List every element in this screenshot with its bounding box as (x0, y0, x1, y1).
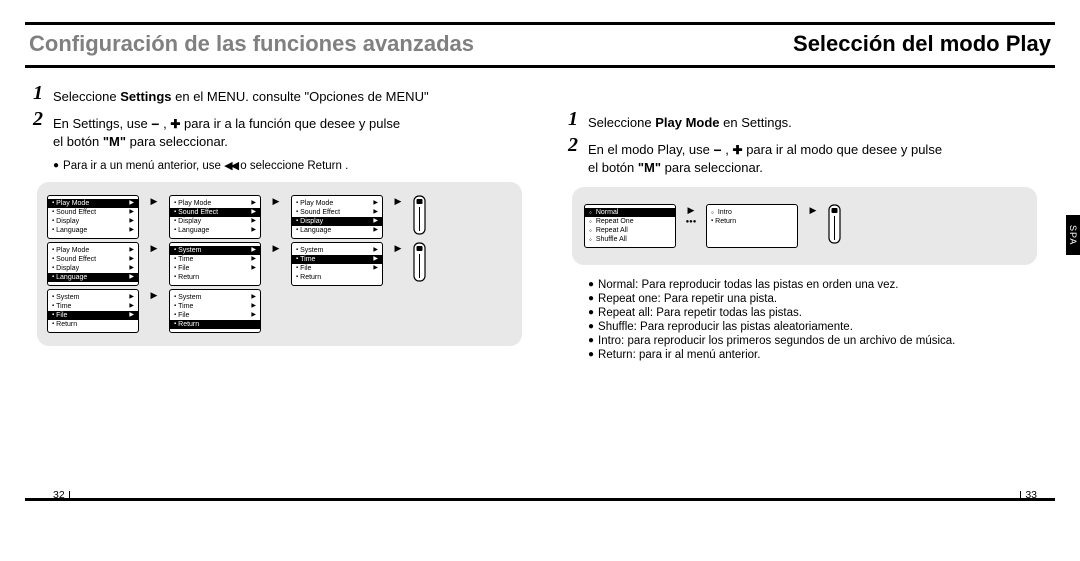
text-bold: Play Mode (655, 115, 719, 130)
text: en Settings. (720, 115, 792, 130)
bullet-icon: ● (588, 349, 594, 360)
text: Shuffle: Para reproducir las pistas alea… (598, 321, 853, 333)
bullet-icon: ● (588, 307, 594, 318)
lcd-screen: ▪Play Mode▶ ▪Sound Effect▶ ▪Display▶ ▪La… (291, 195, 383, 239)
page-left: 1 Seleccione Settings en el MENU. consul… (25, 88, 540, 498)
page-right: 1 Seleccione Play Mode en Settings. 2 En… (540, 88, 1055, 498)
text: para ir al modo que desee y pulse (743, 142, 942, 157)
arrow-icon: ▶ (145, 195, 163, 207)
left-step-2: 2 En Settings, use − , ✚ para ir a la fu… (53, 114, 522, 151)
lcd-screen: ▪Play Mode▶ ▪Sound Effect▶ ▪Display▶ ▪La… (169, 195, 261, 239)
bullet-icon: ● (588, 335, 594, 346)
text: Repeat all: Para repetir todas las pista… (598, 307, 802, 319)
arrow-icon: ▶ (267, 195, 285, 207)
lcd-screen: ▪Play Mode▶ ▪Sound Effect▶ ▪Display▶ ▪La… (47, 242, 139, 286)
text: Para ir a un menú anterior, use (63, 160, 224, 172)
left-hint: ● Para ir a un menú anterior, use ◀◀ o se… (53, 159, 522, 172)
arrow-icon: ▶ (145, 289, 163, 301)
text: Seleccione (588, 115, 655, 130)
plus-icon: ✚ (733, 143, 743, 157)
text: el botón (588, 160, 638, 175)
left-step-1: 1 Seleccione Settings en el MENU. consul… (53, 88, 522, 106)
text: En Settings, use (53, 116, 151, 131)
text: Normal: Para reproducir todas las pistas… (598, 279, 898, 291)
arrow-icon: ▶ (145, 242, 163, 254)
text: en el MENU. consulte "Opciones de MENU" (172, 89, 429, 104)
bullet-icon: ● (53, 160, 59, 171)
bullet-icon: ● (588, 321, 594, 332)
lcd-screen: ◦Normal ◦Repeat One ◦Repeat All ◦Shuffle… (584, 204, 676, 248)
divider-icon (69, 491, 70, 500)
arrow-icon: ▶ (389, 195, 407, 207)
right-step-2: 2 En el modo Play, use − , ✚ para ir al … (588, 140, 1037, 177)
lcd-screen: ▪System▶ ▪Time▶ ▪File▶ ▪Return (291, 242, 383, 286)
text-bold: "M" (638, 160, 661, 175)
diagram-row: ▪Play Mode▶ ▪Sound Effect▶ ▪Display▶ ▪La… (47, 242, 512, 286)
bullet-icon: ● (588, 279, 594, 290)
rewind-icon: ◀◀ (224, 160, 237, 172)
manual-spread: SPA Configuración de las funciones avanz… (25, 22, 1055, 501)
left-diagrams: ▪Play Mode▶ ▪Sound Effect▶ ▪Display▶ ▪La… (37, 182, 522, 346)
remote-icon (413, 195, 426, 235)
text: Intro: para reproducir los primeros segu… (598, 335, 955, 347)
text-bold: "M" (103, 134, 126, 149)
right-step-1: 1 Seleccione Play Mode en Settings. (588, 114, 1037, 132)
language-tab: SPA (1066, 215, 1080, 255)
text: para ir a la función que desee y pulse (180, 116, 400, 131)
text: 32 (53, 489, 65, 501)
plus-icon: ✚ (170, 117, 180, 131)
text: En el modo Play, use (588, 142, 714, 157)
arrow-icon: ▶ (389, 242, 407, 254)
right-diagrams: ◦Normal ◦Repeat One ◦Repeat All ◦Shuffle… (572, 187, 1037, 265)
divider-icon (1020, 491, 1021, 500)
text: el botón (53, 134, 103, 149)
bullet-icon: ● (588, 293, 594, 304)
text: para seleccionar. (126, 134, 228, 149)
lcd-screen: ▪System▶ ▪Time▶ ▪File▶ ▪Return (169, 242, 261, 286)
text: Repeat one: Para repetir una pista. (598, 293, 777, 305)
diagram-row: ▪System▶ ▪Time▶ ▪File▶ ▪Return ▶ ▪System… (47, 289, 512, 333)
text: o seleccione Return . (237, 160, 348, 172)
text: 33 (1025, 489, 1037, 501)
arrow-icon: ▶ (804, 204, 822, 216)
text: para seleccionar. (661, 160, 763, 175)
lcd-screen: ◦Intro ▪Return (706, 204, 798, 248)
diagram-row: ▪Play Mode▶ ▪Sound Effect▶ ▪Display▶ ▪La… (47, 195, 512, 239)
page-number-right: 33 (1016, 489, 1037, 501)
title-bar: Configuración de las funciones avanzadas… (25, 25, 1055, 68)
title-left: Configuración de las funciones avanzadas (29, 31, 474, 57)
text: Seleccione (53, 89, 120, 104)
page-number-left: 32 (53, 489, 74, 501)
diagram-row: ◦Normal ◦Repeat One ◦Repeat All ◦Shuffle… (584, 204, 1025, 248)
minus-icon: − (151, 116, 159, 132)
minus-icon: − (714, 142, 722, 158)
lcd-screen: ▪Play Mode▶ ▪Sound Effect▶ ▪Display▶ ▪La… (47, 195, 139, 239)
lcd-screen: ▪System▶ ▪Time▶ ▪File▶ ▪Return (47, 289, 139, 333)
remote-icon (413, 242, 426, 282)
lcd-screen: ▪System▶ ▪Time▶ ▪File▶ ▪Return (169, 289, 261, 333)
text: Return: para ir al menú anterior. (598, 349, 760, 361)
arrow-icon: ▶ (267, 242, 285, 254)
right-notes: ● Normal: Para reproducir todas las pista… (588, 279, 1037, 361)
title-right: Selección del modo Play (793, 31, 1051, 57)
arrow-icon: ▶●●● (682, 204, 700, 225)
remote-icon (828, 204, 841, 244)
text-bold: Settings (120, 89, 171, 104)
